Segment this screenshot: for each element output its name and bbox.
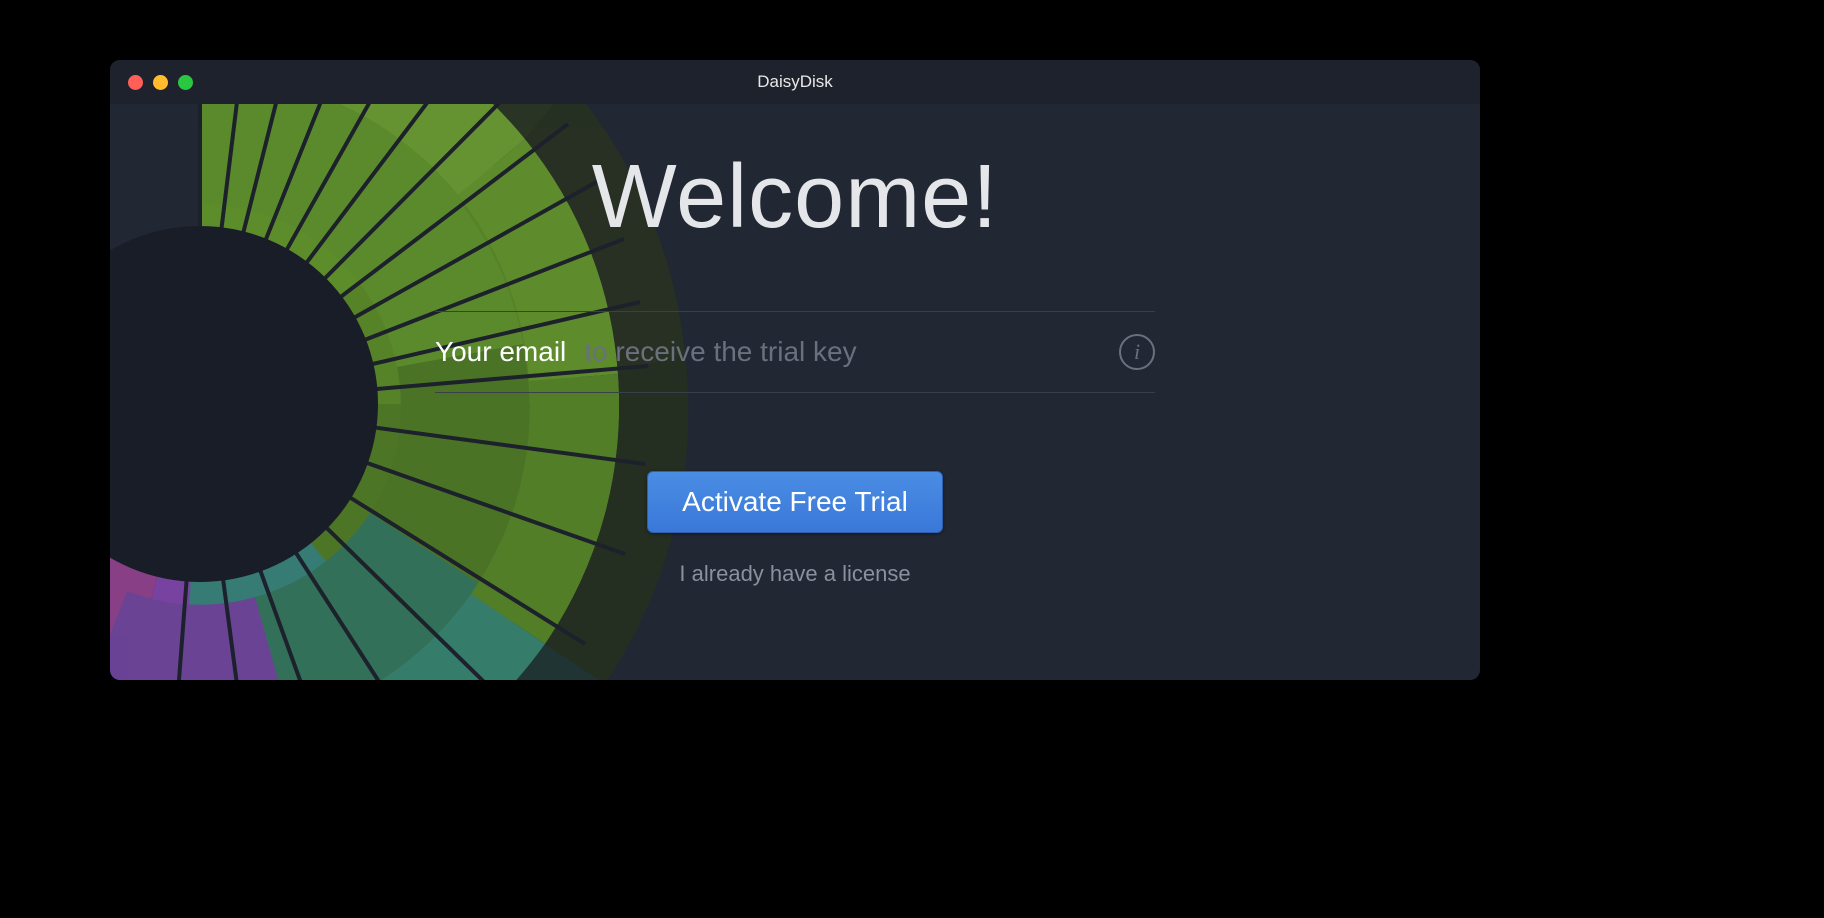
titlebar: DaisyDisk	[110, 60, 1480, 104]
email-row: Your email i	[435, 311, 1155, 393]
welcome-heading: Welcome!	[592, 146, 998, 249]
already-have-license-link[interactable]: I already have a license	[679, 561, 910, 587]
window-controls	[128, 75, 193, 90]
app-window: DaisyDisk	[110, 60, 1480, 680]
minimize-window-button[interactable]	[153, 75, 168, 90]
window-content: Welcome! Your email i Activate Free Tria…	[110, 104, 1480, 680]
activate-free-trial-button[interactable]: Activate Free Trial	[647, 471, 943, 533]
welcome-panel: Welcome! Your email i Activate Free Tria…	[110, 104, 1480, 680]
window-title: DaisyDisk	[110, 72, 1480, 92]
email-input[interactable]	[584, 336, 1119, 368]
zoom-window-button[interactable]	[178, 75, 193, 90]
email-label: Your email	[435, 336, 566, 368]
close-window-button[interactable]	[128, 75, 143, 90]
info-icon[interactable]: i	[1119, 334, 1155, 370]
